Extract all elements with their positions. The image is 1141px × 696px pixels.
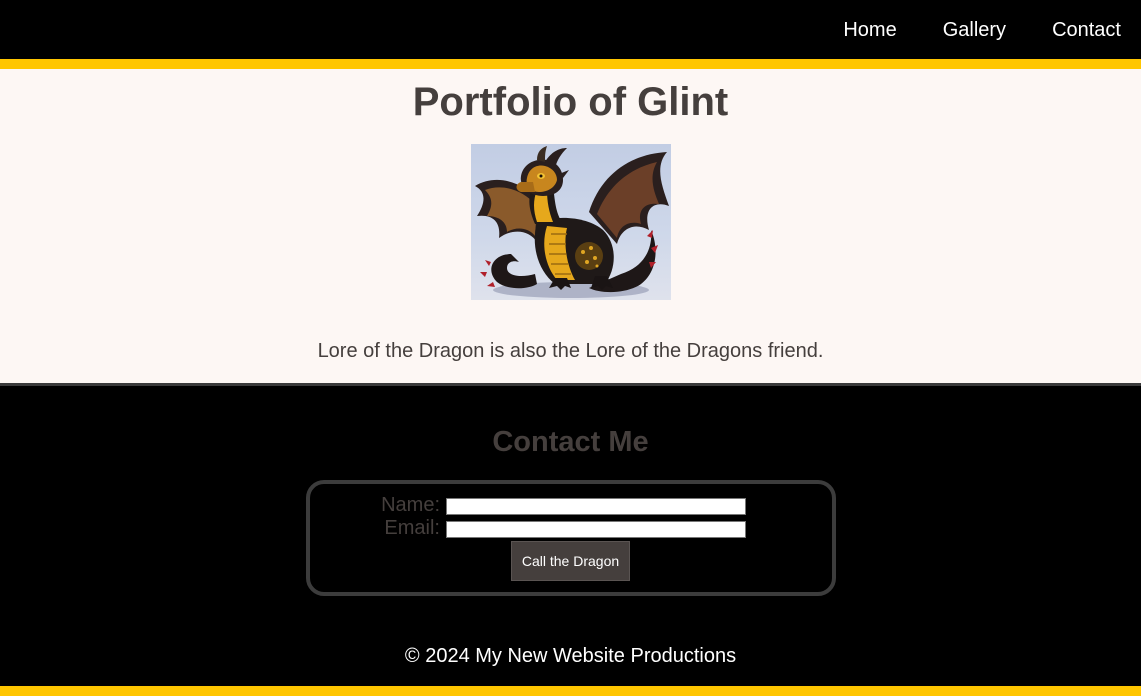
call-the-dragon-button[interactable]: Call the Dragon xyxy=(511,541,630,581)
nav-links: Home Gallery Contact xyxy=(843,0,1121,59)
contact-form: Name: Email: Call the Dragon xyxy=(306,480,836,596)
top-accent-bar xyxy=(0,59,1141,69)
bottom-accent-bar xyxy=(0,686,1141,696)
portfolio-section: Portfolio of Glint Lore of the Dragon is… xyxy=(0,69,1141,383)
page-title: Portfolio of Glint xyxy=(412,80,729,124)
dragon-image xyxy=(471,144,671,300)
portfolio-caption: Lore of the Dragon is also the Lore of t… xyxy=(317,340,824,362)
dragon-illustration xyxy=(475,146,669,298)
contact-heading: Contact Me xyxy=(492,426,649,458)
name-input[interactable] xyxy=(446,498,746,515)
nav-home-link[interactable]: Home xyxy=(843,20,896,40)
top-navigation: Home Gallery Contact xyxy=(0,0,1141,59)
nav-contact-link[interactable]: Contact xyxy=(1052,20,1121,40)
footer-copyright: © 2024 My New Website Productions xyxy=(404,645,737,667)
name-label: Name: xyxy=(381,494,440,516)
email-input[interactable] xyxy=(446,521,746,538)
contact-section: Contact Me Name: Email: Call the Dragon … xyxy=(0,386,1141,686)
nav-gallery-link[interactable]: Gallery xyxy=(943,20,1006,40)
email-label: Email: xyxy=(384,517,440,539)
